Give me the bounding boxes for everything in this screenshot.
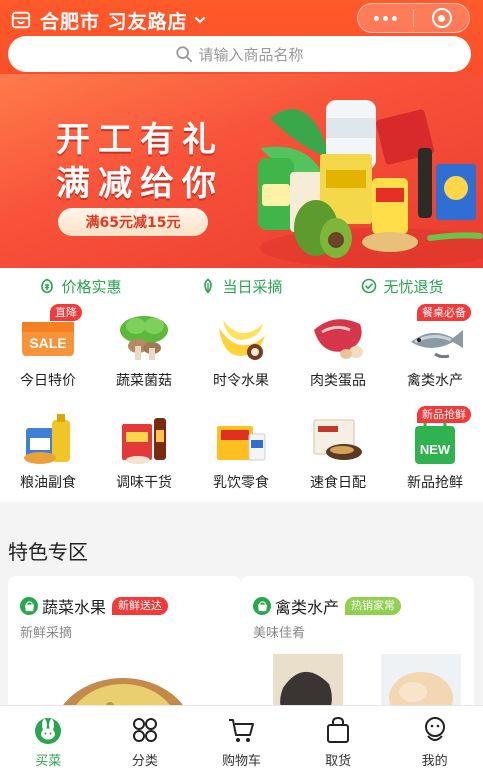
section-title: 特色专区	[8, 540, 88, 564]
featured-card-produce[interactable]: 蔬菜水果 新鲜送达 新鲜采摘	[8, 576, 241, 726]
banner-headline-1: 开工有礼	[56, 120, 224, 160]
tab-category[interactable]: 分类	[97, 706, 194, 774]
category-badge: 新品抢鲜	[417, 406, 471, 423]
category-label: 粮油副食	[20, 475, 76, 491]
category-item-new-products[interactable]: NEW 新品抢鲜 新品抢鲜	[387, 406, 483, 502]
tab-pickup[interactable]: 取货	[290, 706, 387, 774]
category-label: 乳饮零食	[213, 475, 269, 491]
category-item-seasoning[interactable]: 调味干货	[96, 406, 192, 502]
category-label: 肉类蛋品	[310, 373, 366, 389]
store-selector[interactable]: 合肥市 习友路店	[10, 6, 206, 34]
category-label: 调味干货	[116, 475, 172, 491]
chevron-down-icon	[194, 17, 205, 24]
category-label: 时令水果	[213, 373, 269, 389]
category-item-meat-eggs[interactable]: 肉类蛋品	[290, 304, 386, 400]
promo-pill: 满65元减15元	[58, 208, 208, 236]
category-item-fruit[interactable]: 时令水果	[193, 304, 289, 400]
featured-card-poultry[interactable]: 禽类水产 热销家常 美味佳肴	[241, 576, 474, 726]
tab-label: 买菜	[35, 754, 62, 769]
leaf-icon	[204, 278, 213, 294]
category-item-instant-food[interactable]: 速食日配	[290, 406, 386, 502]
grid-icon	[132, 718, 157, 742]
category-label: 速食日配	[310, 475, 366, 491]
seasoning-icon	[122, 418, 166, 464]
snack-icon	[217, 426, 266, 461]
svg-text:SALE: SALE	[29, 335, 66, 351]
tab-label: 分类	[131, 754, 158, 769]
category-badge: 直降	[50, 304, 82, 321]
store-icon	[11, 11, 31, 29]
more-menu-button[interactable]	[358, 4, 413, 32]
category-item-grain-oil[interactable]: 粮油副食	[0, 406, 96, 502]
service-label: 无忧退货	[383, 277, 444, 296]
coin-icon	[41, 278, 54, 294]
svg-text:NEW: NEW	[420, 442, 451, 457]
close-program-button[interactable]	[414, 4, 469, 32]
banner-headline-2: 满减给你	[56, 164, 224, 204]
category-grid: SALE 直降 今日特价 蔬菜菌菇 时令水果 肉类蛋品 餐桌必备 禽类水产 粮油…	[0, 304, 483, 502]
category-badge: 餐桌必备	[417, 304, 471, 321]
user-icon	[424, 717, 445, 741]
service-guarantees: 价格实惠 当日采摘 无忧退货	[0, 268, 483, 304]
service-item: 当日采摘	[200, 276, 283, 297]
vegetable-icon	[120, 316, 168, 360]
card-tag: 热销家常	[345, 597, 402, 615]
category-label: 禽类水产	[407, 373, 463, 389]
card-tag: 新鲜送达	[112, 597, 169, 615]
category-item-poultry-seafood[interactable]: 餐桌必备 禽类水产	[387, 304, 483, 400]
category-label: 今日特价	[20, 373, 76, 389]
cart-icon	[229, 719, 255, 742]
banner-products-illustration	[258, 100, 483, 268]
tab-buy-groceries[interactable]: 买菜	[0, 706, 97, 774]
tab-label: 购物车	[221, 754, 261, 769]
header-banner: 合肥市 习友路店 请输入商品名称 开工有礼 满减给你 满65元减15元	[0, 0, 483, 268]
rabbit-icon	[35, 718, 62, 744]
tab-cart[interactable]: 购物车	[193, 706, 290, 774]
card-header: 禽类水产 热销家常	[253, 594, 402, 618]
meat-icon	[314, 319, 363, 359]
category-label: 新品抢鲜	[407, 475, 463, 491]
card-title: 禽类水产	[275, 598, 340, 617]
category-item-drinks-snacks[interactable]: 乳饮零食	[193, 406, 289, 502]
search-placeholder: 请输入商品名称	[198, 45, 304, 64]
card-header: 蔬菜水果 新鲜送达	[20, 594, 169, 618]
search-input[interactable]: 请输入商品名称	[8, 36, 471, 72]
service-item: 价格实惠	[39, 276, 122, 297]
bag-icon	[327, 716, 350, 743]
shop-icon	[20, 597, 38, 615]
check-circle-icon	[362, 278, 377, 294]
tab-label: 我的	[421, 754, 448, 769]
card-title: 蔬菜水果	[42, 598, 107, 617]
search-icon	[176, 46, 193, 63]
service-label: 当日采摘	[222, 277, 283, 296]
category-label: 蔬菜菌菇	[116, 373, 172, 389]
card-subtitle: 新鲜采摘	[20, 626, 73, 641]
bottom-tab-bar: 买菜 分类 购物车 取货 我的	[0, 705, 483, 774]
target-icon	[431, 8, 452, 28]
service-label: 价格实惠	[61, 277, 122, 296]
category-item-today-deals[interactable]: SALE 直降 今日特价	[0, 304, 96, 400]
banana-icon	[219, 320, 265, 360]
shop-icon	[253, 597, 271, 615]
service-item: 无忧退货	[361, 276, 444, 297]
store-name: 合肥市 习友路店	[40, 10, 188, 33]
mini-program-capsule	[357, 3, 470, 33]
more-dots-icon	[374, 15, 397, 21]
instant-food-icon	[313, 419, 362, 460]
category-item-vegetables[interactable]: 蔬菜菌菇	[96, 304, 192, 400]
rice-oil-icon	[24, 414, 70, 464]
tab-profile[interactable]: 我的	[386, 706, 483, 774]
card-subtitle: 美味佳肴	[253, 626, 306, 641]
tab-label: 取货	[325, 754, 352, 769]
